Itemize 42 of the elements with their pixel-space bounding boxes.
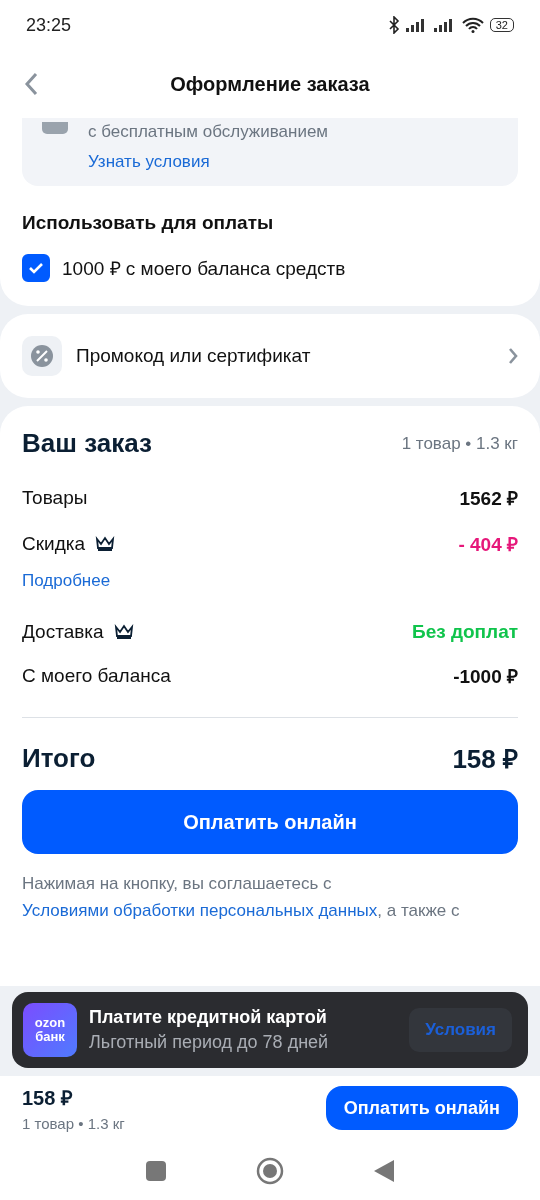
chevron-right-icon [508, 347, 518, 365]
back-icon[interactable] [24, 72, 38, 96]
balance-checkbox[interactable]: 1000 ₽ с моего баланса средств [22, 254, 518, 306]
battery-icon: 32 [489, 18, 514, 32]
details-link[interactable]: Подробнее [22, 571, 111, 591]
status-time: 23:25 [26, 14, 72, 36]
line-value: Без доплат [411, 621, 518, 643]
total-value: 158 ₽ [452, 743, 518, 776]
bottom-total: 158 ₽ [22, 1086, 74, 1111]
bank-logo: ozon банк [23, 1003, 77, 1057]
total-label: Итого [22, 742, 96, 774]
bottom-summary: 1 товар • 1.3 кг [22, 1115, 125, 1132]
home-icon[interactable] [256, 1157, 284, 1185]
line-label: Товары [22, 487, 88, 509]
line-label: С моего баланса [22, 665, 171, 687]
line-value: -1000 ₽ [453, 665, 518, 689]
consent-text: Нажимая на кнопку, вы соглашаетесь с Условиями обработки персональных данных, а также с [22, 873, 461, 922]
wifi-icon [461, 17, 484, 33]
bluetooth-icon [387, 16, 400, 34]
line-value: 1562 ₽ [459, 487, 518, 511]
back-icon[interactable] [374, 1160, 394, 1182]
banner-title: Платите кредитной картой [89, 1007, 328, 1028]
check-icon [28, 262, 44, 274]
privacy-link[interactable]: Условиями обработки персональных данных [22, 901, 378, 920]
offer-text: с бесплатным обслуживанием [88, 122, 329, 142]
order-title: Ваш заказ [22, 428, 152, 459]
banner-subtitle: Льготный период до 78 дней [89, 1032, 330, 1053]
terms-link[interactable]: Узнать условия [88, 152, 329, 172]
pay-online-button[interactable]: Оплатить онлайн [325, 1086, 518, 1130]
page-title: Оформление заказа [169, 72, 371, 96]
recents-icon[interactable] [146, 1161, 166, 1181]
crown-icon [113, 624, 134, 640]
percent-icon [22, 336, 62, 376]
section-title: Использовать для оплаты [22, 212, 275, 234]
line-label: Скидка [22, 533, 86, 555]
checkbox-icon [42, 122, 68, 134]
promo-code-row[interactable]: Промокод или сертификат [0, 314, 540, 398]
crown-icon [95, 536, 116, 552]
line-label: Доставка [22, 621, 104, 643]
order-summary: 1 товар • 1.3 кг [401, 433, 518, 454]
pay-online-button[interactable]: Оплатить онлайн [22, 790, 518, 854]
line-value: - 404 ₽ [458, 533, 518, 557]
